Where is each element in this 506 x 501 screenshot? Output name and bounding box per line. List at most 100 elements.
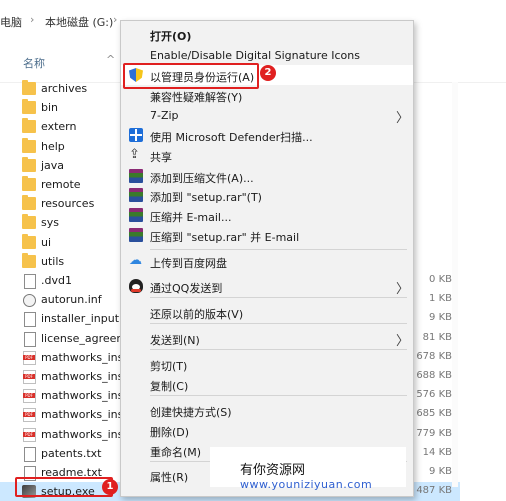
qq-icon bbox=[129, 279, 143, 293]
watermark-url: www.youniziyuan.com bbox=[240, 478, 373, 491]
breadcrumb-separator: › bbox=[113, 13, 118, 26]
file-name: utils bbox=[41, 254, 65, 268]
menu-create-shortcut[interactable]: 创建快捷方式(S) bbox=[121, 400, 413, 420]
text-file-icon bbox=[24, 312, 36, 328]
text-file-icon bbox=[24, 274, 36, 289]
menu-item-label: 剪切(T) bbox=[150, 360, 188, 373]
breadcrumb-segment-computer[interactable]: 电脑 bbox=[0, 14, 22, 30]
column-header-name[interactable]: 名称 bbox=[23, 55, 45, 71]
menu-separator bbox=[150, 297, 407, 298]
folder-icon bbox=[22, 176, 36, 191]
menu-copy[interactable]: 复制(C) bbox=[121, 374, 413, 394]
submenu-arrow-icon: 〉 bbox=[396, 334, 410, 349]
menu-item-label: 删除(D) bbox=[150, 426, 190, 439]
file-size: 81 KB bbox=[422, 331, 452, 343]
menu-upload-baidu[interactable]: ☁ 上传到百度网盘 bbox=[121, 251, 413, 271]
file-size: 0 KB bbox=[429, 274, 452, 285]
winrar-icon bbox=[129, 228, 143, 242]
menu-cut[interactable]: 剪切(T) bbox=[121, 354, 413, 374]
submenu-arrow-icon: 〉 bbox=[396, 282, 410, 297]
folder-icon bbox=[22, 156, 36, 172]
baidu-cloud-icon: ☁ bbox=[129, 253, 142, 268]
file-name: mathworks_inst bbox=[41, 408, 128, 422]
file-name: archives bbox=[41, 82, 88, 95]
menu-item-label: 使用 Microsoft Defender扫描... bbox=[150, 131, 313, 144]
menu-item-label: 上传到百度网盘 bbox=[150, 257, 227, 270]
menu-separator bbox=[150, 249, 407, 250]
folder-icon bbox=[22, 195, 36, 211]
menu-item-label: 发送到(N) bbox=[150, 334, 200, 347]
menu-separator bbox=[150, 395, 407, 396]
file-name: autorun.inf bbox=[41, 293, 102, 307]
file-size: 14 KB bbox=[422, 446, 452, 458]
menu-item-label: 创建快捷方式(S) bbox=[150, 406, 232, 419]
menu-7zip[interactable]: 7-Zip 〉 bbox=[121, 105, 413, 126]
folder-icon bbox=[22, 118, 36, 134]
menu-item-label: 通过QQ发送到 bbox=[150, 282, 223, 295]
run-as-admin-highlight-outline bbox=[123, 63, 259, 89]
menu-item-label: 共享 bbox=[150, 151, 172, 164]
vertical-scrollbar[interactable] bbox=[452, 82, 458, 487]
menu-open[interactable]: 打开(O) bbox=[121, 24, 413, 44]
menu-item-label: 打开(O) bbox=[150, 30, 192, 43]
file-size: 678 KB bbox=[416, 350, 452, 362]
breadcrumb-segment-drive[interactable]: 本地磁盘 (G:) bbox=[45, 14, 113, 30]
menu-item-label: 属性(R) bbox=[150, 471, 189, 484]
menu-share[interactable]: ⇪ 共享 bbox=[121, 145, 413, 165]
pdf-file-icon bbox=[23, 350, 36, 365]
menu-send-to[interactable]: 发送到(N) 〉 bbox=[121, 328, 413, 349]
file-size: 688 KB bbox=[416, 370, 452, 381]
folder-icon bbox=[22, 137, 36, 153]
menu-compress-email[interactable]: 压缩并 E-mail... bbox=[121, 205, 413, 225]
folder-icon bbox=[22, 80, 36, 95]
file-name: bin bbox=[41, 101, 59, 115]
menu-item-label: 兼容性疑难解答(Y) bbox=[150, 91, 243, 104]
menu-defender-scan[interactable]: 使用 Microsoft Defender扫描... bbox=[121, 125, 413, 145]
file-size: 779 KB bbox=[416, 427, 452, 439]
menu-add-to-archive[interactable]: 添加到压缩文件(A)... bbox=[121, 166, 413, 186]
file-name: java bbox=[41, 158, 65, 172]
pdf-file-icon bbox=[23, 370, 36, 384]
winrar-icon bbox=[129, 188, 143, 202]
menu-delete[interactable]: 删除(D) bbox=[121, 420, 413, 440]
file-size: 1 KB bbox=[429, 293, 452, 305]
text-file-icon bbox=[24, 446, 36, 462]
step-badge-2: 2 bbox=[260, 65, 276, 81]
folder-icon bbox=[22, 214, 36, 230]
menu-item-label: 添加到压缩文件(A)... bbox=[150, 172, 254, 185]
file-size: 685 KB bbox=[416, 408, 452, 420]
file-name: mathworks_inst bbox=[41, 427, 128, 441]
menu-restore-previous[interactable]: 还原以前的版本(V) bbox=[121, 302, 413, 322]
share-icon: ⇪ bbox=[129, 147, 140, 162]
menu-compress-setup-rar-email[interactable]: 压缩到 "setup.rar" 并 E-mail bbox=[121, 225, 413, 245]
menu-separator bbox=[150, 349, 407, 350]
file-name: .dvd1 bbox=[41, 274, 72, 287]
file-name: help bbox=[41, 139, 65, 153]
menu-item-label: 复制(C) bbox=[150, 380, 189, 393]
file-name: license_agreem bbox=[41, 331, 128, 345]
defender-icon bbox=[129, 128, 143, 142]
menu-item-label: 添加到 "setup.rar"(T) bbox=[150, 191, 262, 204]
menu-send-via-qq[interactable]: 通过QQ发送到 〉 bbox=[121, 276, 413, 297]
menu-separator bbox=[150, 323, 407, 324]
folder-icon bbox=[22, 233, 36, 249]
menu-item-label: 压缩到 "setup.rar" 并 E-mail bbox=[150, 231, 300, 244]
text-file-icon bbox=[24, 331, 36, 347]
menu-item-label: 还原以前的版本(V) bbox=[150, 308, 244, 321]
pdf-file-icon bbox=[23, 389, 36, 404]
file-name: mathworks_inst bbox=[41, 370, 128, 383]
file-name: mathworks_inst bbox=[41, 350, 128, 364]
file-name: ui bbox=[41, 235, 52, 249]
menu-item-label: 压缩并 E-mail... bbox=[150, 211, 232, 224]
submenu-arrow-icon: 〉 bbox=[396, 111, 410, 126]
menu-toggle-signature-icons[interactable]: Enable/Disable Digital Signature Icons bbox=[121, 45, 413, 65]
file-name: patents.txt bbox=[41, 446, 102, 460]
pdf-file-icon bbox=[23, 408, 36, 423]
watermark-title: 有你资源网 bbox=[240, 463, 306, 478]
file-name: installer_input.t bbox=[41, 312, 127, 326]
file-size: 9 KB bbox=[429, 312, 452, 324]
folder-icon bbox=[22, 99, 36, 115]
step-badge-1: 1 bbox=[102, 479, 118, 495]
menu-add-to-setup-rar[interactable]: 添加到 "setup.rar"(T) bbox=[121, 185, 413, 205]
winrar-icon bbox=[129, 169, 143, 183]
